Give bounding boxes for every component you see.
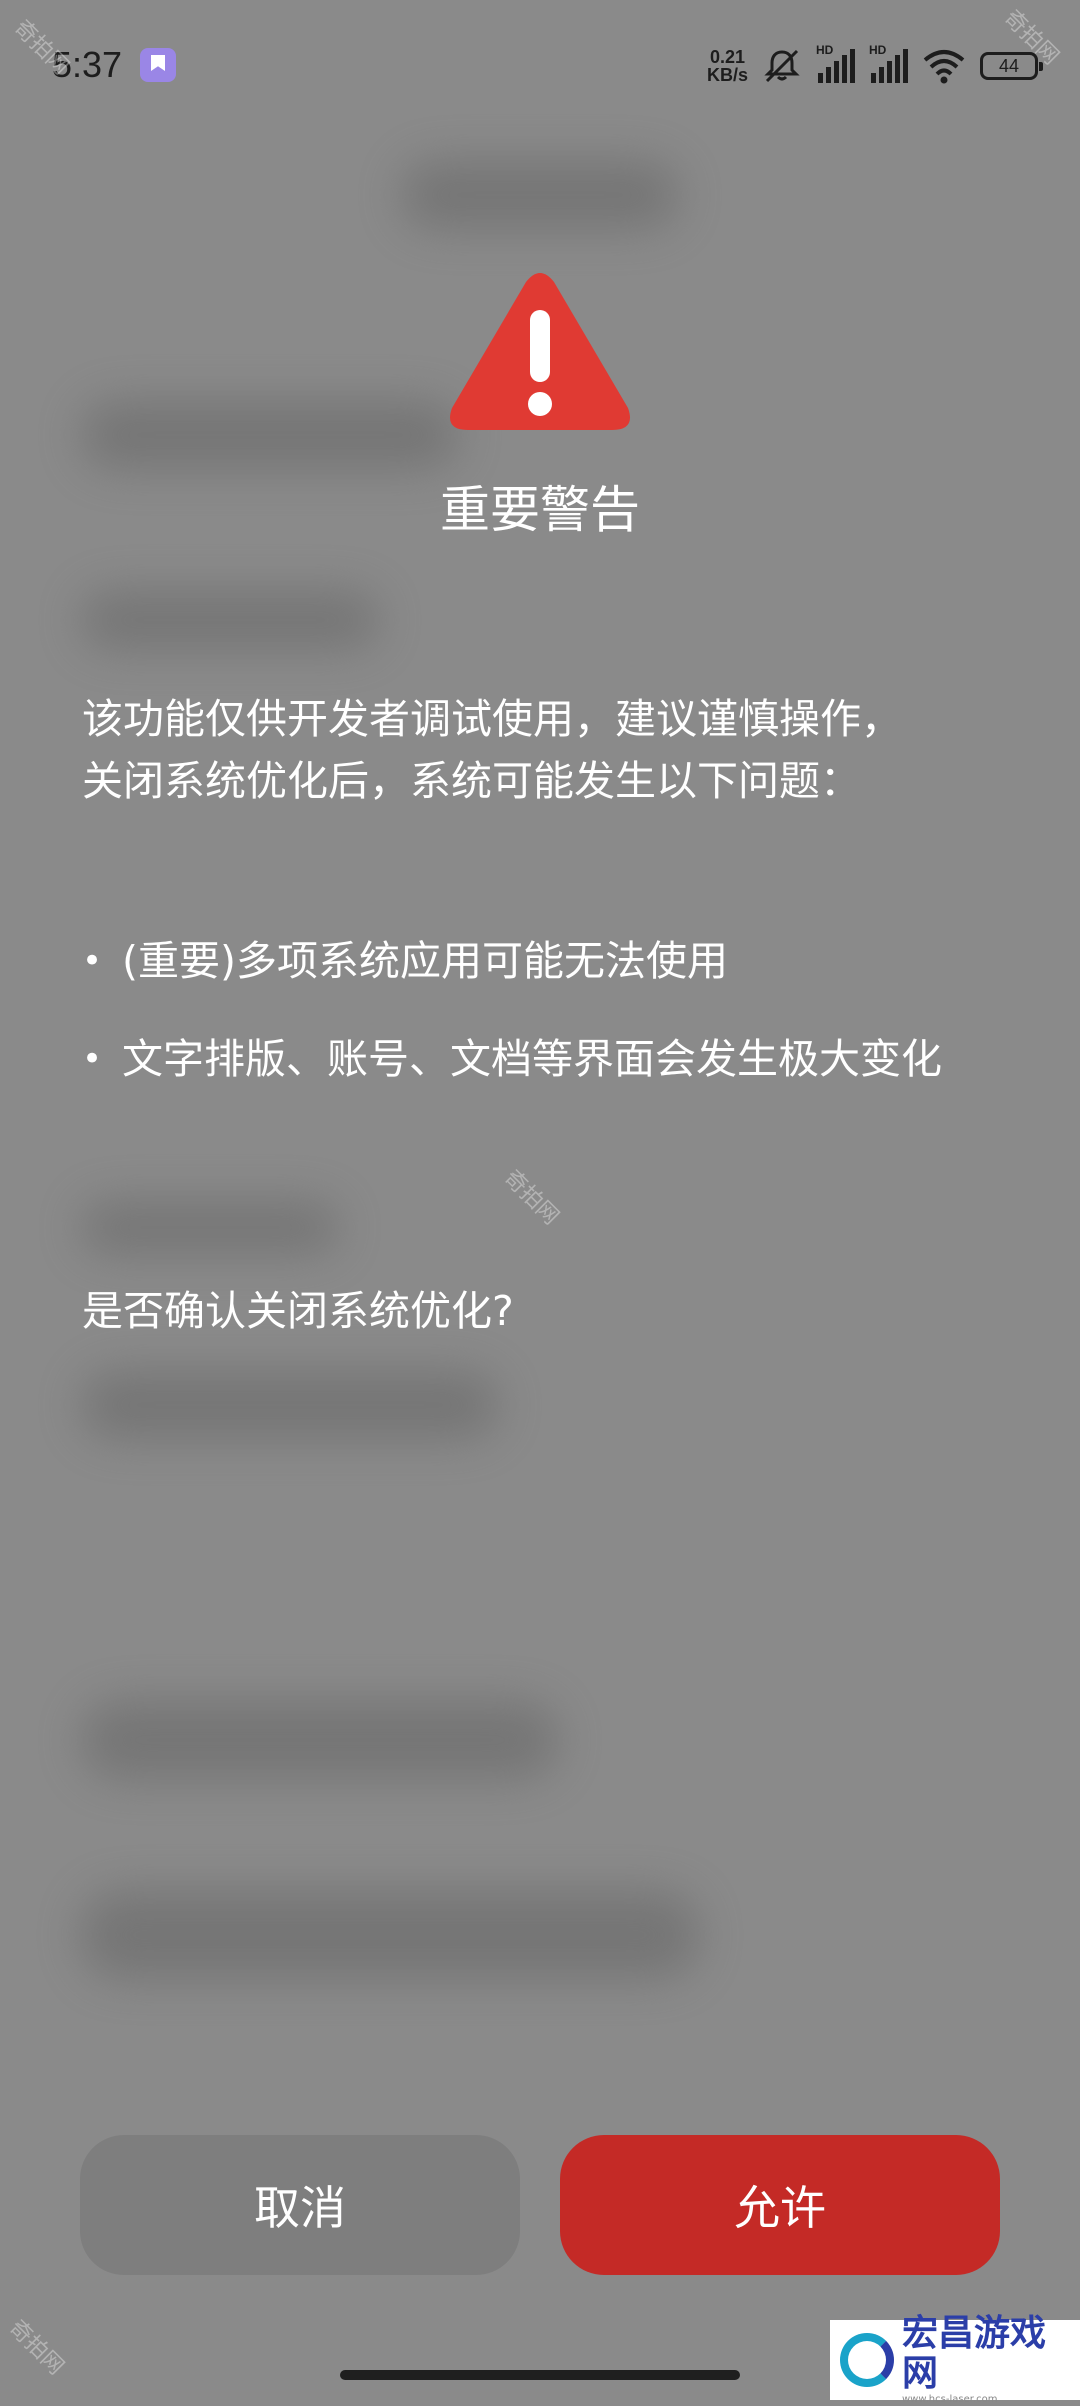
network-speed-unit: KB/s (706, 65, 748, 85)
blurred-row (80, 590, 380, 650)
cancel-button[interactable]: 取消 (80, 2135, 520, 2275)
message-line-2: 关闭系统优化后，系统可能发生以下问题： (82, 757, 861, 805)
home-indicator[interactable] (340, 2370, 740, 2380)
signal-2-icon: HD (869, 43, 908, 83)
notification-app-icon (140, 48, 176, 82)
issue-item: 文字排版、账号、文档等界面会发生极大变化 (82, 1028, 1002, 1090)
status-icons: 0.21 KB/s HD HD 44 (707, 42, 1043, 90)
issue-item: (重要)多项系统应用可能无法使用 (82, 930, 1002, 992)
watermark: 奇拍网 (499, 1165, 564, 1230)
blurred-row (80, 1370, 500, 1440)
blurred-header (400, 160, 680, 230)
site-logo-name: 宏昌游戏网 (902, 2313, 1047, 2394)
blurred-row (80, 1700, 560, 1780)
warning-triangle-icon (450, 273, 630, 430)
watermark: 奇拍网 (4, 2315, 69, 2380)
network-speed: 0.21 KB/s (707, 48, 748, 84)
message-line-1: 该功能仅供开发者调试使用，建议谨慎操作， (82, 695, 902, 743)
status-bar: 5:37 0.21 KB/s HD HD 44 (0, 0, 1080, 130)
confirm-question: 是否确认关闭系统优化? (82, 1287, 514, 1335)
site-logo-url: www.hcs-laser.com (902, 2394, 998, 2405)
wifi-icon (923, 50, 965, 84)
blurred-row (80, 1200, 340, 1255)
ringer-off-icon (764, 49, 800, 83)
dialog-message: 该功能仅供开发者调试使用，建议谨慎操作， 关闭系统优化后，系统可能发生以下问题： (82, 688, 1002, 812)
blurred-row (80, 1890, 700, 1980)
blurred-row (80, 400, 460, 470)
dialog-title: 重要警告 (440, 481, 640, 539)
allow-button[interactable]: 允许 (560, 2135, 1000, 2275)
hd-label: HD (816, 43, 834, 57)
network-speed-value: 0.21 (709, 47, 746, 67)
hd-label: HD (869, 43, 887, 57)
site-logo-icon (840, 2333, 894, 2387)
site-logo: 宏昌游戏网 www.hcs-laser.com (830, 2314, 1080, 2405)
issue-list: (重要)多项系统应用可能无法使用 文字排版、账号、文档等界面会发生极大变化 (82, 930, 1002, 1126)
battery-icon: 44 (980, 52, 1043, 80)
signal-1-icon: HD (816, 43, 855, 83)
